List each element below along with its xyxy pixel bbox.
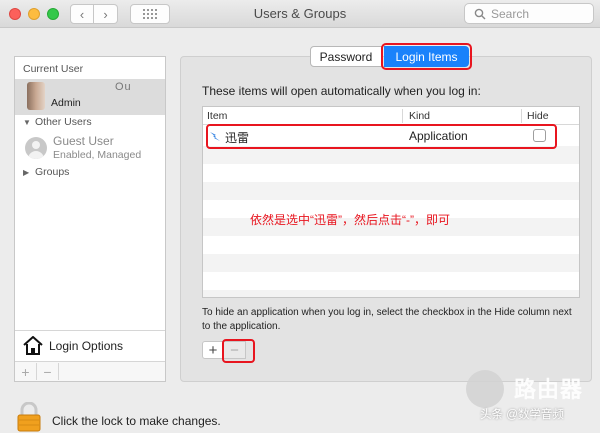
lock-message[interactable]: Click the lock to make changes. — [52, 414, 221, 428]
watermark-credit: 头条 @数学音频 — [480, 409, 564, 421]
close-window-button[interactable] — [9, 8, 21, 20]
show-all-button[interactable] — [130, 4, 170, 24]
current-user-role: Admin — [51, 97, 81, 109]
add-login-item-button[interactable]: + — [202, 341, 224, 359]
search-icon — [474, 8, 486, 20]
router-logo-icon — [466, 370, 504, 408]
chevron-right-icon: › — [103, 6, 108, 22]
highlight-box-tab — [381, 43, 472, 70]
search-input[interactable]: Search — [464, 3, 594, 24]
tab-password[interactable]: Password — [310, 46, 382, 67]
current-user-name: Ou — [115, 81, 132, 93]
house-icon — [23, 336, 43, 355]
remove-user-button[interactable]: − — [37, 363, 59, 380]
guest-user-status: Enabled, Managed — [53, 149, 142, 161]
title-bar: ‹ › Users & Groups Search — [0, 0, 600, 28]
table-header: Item Kind Hide — [203, 107, 579, 125]
hide-instructions: To hide an application when you log in, … — [202, 307, 572, 332]
users-sidebar: Current User Ou Admin ▼ Other Users Gues… — [14, 56, 166, 382]
highlight-box-minus — [222, 339, 255, 363]
sidebar-footer: + − — [15, 361, 165, 381]
disclosure-closed-icon[interactable]: ▶ — [23, 168, 29, 177]
forward-button[interactable]: › — [94, 4, 118, 24]
disclosure-open-icon[interactable]: ▼ — [23, 118, 31, 127]
column-kind[interactable]: Kind — [409, 110, 430, 122]
watermark-brand: 路由器 — [514, 377, 584, 402]
annotation-text: 依然是选中“迅雷”，然后点击“-”，即可 — [250, 213, 450, 227]
column-hide[interactable]: Hide — [527, 110, 549, 122]
grid-icon — [143, 9, 157, 19]
guest-user-name[interactable]: Guest User — [53, 134, 114, 148]
login-options-item[interactable]: Login Options — [15, 330, 165, 361]
lock-icon[interactable] — [16, 402, 42, 432]
zoom-window-button[interactable] — [47, 8, 59, 20]
login-items-intro: These items will open automatically when… — [202, 84, 481, 98]
highlight-box-row — [206, 124, 557, 149]
chevron-left-icon: ‹ — [79, 6, 85, 22]
login-options-label: Login Options — [49, 339, 124, 353]
column-item[interactable]: Item — [207, 110, 227, 122]
search-placeholder: Search — [491, 6, 530, 21]
other-users-heading: Other Users — [35, 116, 92, 128]
groups-heading[interactable]: Groups — [35, 166, 69, 178]
guest-avatar-icon — [25, 137, 47, 159]
back-button[interactable]: ‹ — [70, 4, 94, 24]
watermark: 路由器 头条 @数学音频 — [466, 366, 596, 428]
current-user-item[interactable]: Ou Admin — [15, 79, 165, 115]
current-user-heading: Current User — [23, 63, 84, 75]
minimize-window-button[interactable] — [28, 8, 40, 20]
avatar — [27, 82, 45, 110]
add-user-button[interactable]: + — [15, 363, 37, 380]
